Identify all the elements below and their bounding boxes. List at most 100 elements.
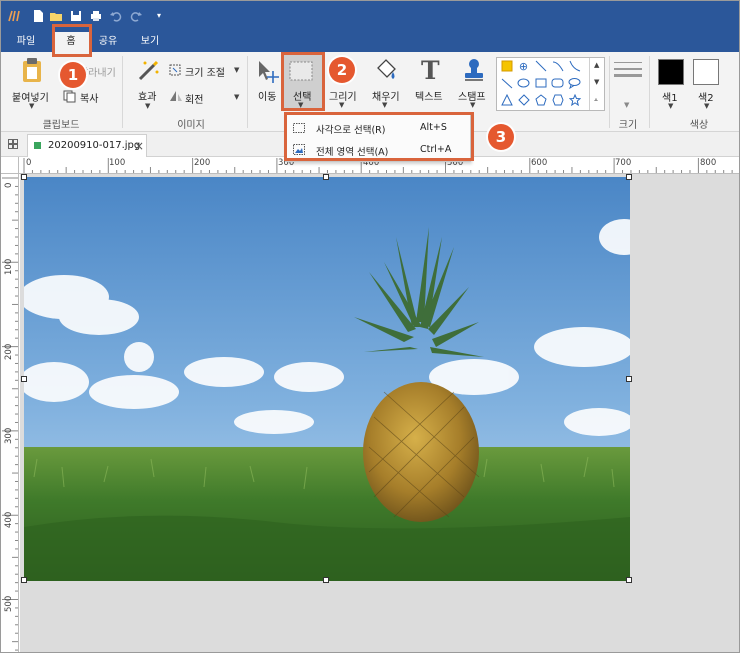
- chevron-down-icon: ▼: [339, 101, 345, 109]
- paste-icon: [21, 57, 43, 86]
- chevron-down-icon: ▼: [668, 102, 674, 110]
- resize-handle[interactable]: [21, 376, 27, 382]
- resize-handle[interactable]: [323, 174, 329, 180]
- group-label-color: 색상: [689, 120, 709, 131]
- chevron-down-icon: ▼: [382, 101, 388, 109]
- group-label-image: 이미지: [177, 120, 205, 131]
- open-icon[interactable]: [49, 9, 63, 23]
- callout-icon[interactable]: [567, 77, 582, 91]
- ribbon-separator: [122, 56, 123, 128]
- chevron-down-icon: ▼: [234, 66, 240, 74]
- color2-swatch: [693, 59, 719, 85]
- tab-label: 파일: [16, 36, 36, 47]
- callout-highlight: [52, 24, 92, 57]
- stamp-icon: [462, 58, 486, 87]
- ruler-label: 600: [531, 158, 548, 168]
- canvas-work-area[interactable]: [20, 174, 739, 652]
- text-label: 텍스트: [415, 92, 443, 103]
- chevron-down-icon: ▼: [29, 102, 35, 110]
- copy-label: 복사: [80, 94, 99, 105]
- ribbon-tabs: 파일 홈 공유 보기: [1, 32, 739, 52]
- resize-handle[interactable]: [21, 577, 27, 583]
- expand-icon[interactable]: ⩡: [594, 96, 598, 105]
- triangle-icon[interactable]: [499, 93, 514, 108]
- document-tab-name: 20200910-017.jpg: [48, 140, 141, 151]
- paint-bucket-icon: [374, 58, 398, 87]
- callout-highlight: [284, 112, 474, 161]
- ruler-label: 0: [26, 158, 32, 168]
- magic-wand-icon: [137, 58, 161, 85]
- resize-handle[interactable]: [21, 174, 27, 180]
- ruler-label: 300: [4, 427, 14, 444]
- line-icon[interactable]: [533, 60, 548, 74]
- document-tab[interactable]: 20200910-017.jpg ×: [27, 134, 147, 157]
- curve-icon[interactable]: [550, 60, 565, 74]
- crosshair-icon[interactable]: ⊕: [516, 60, 531, 74]
- tab-view[interactable]: 보기: [131, 32, 169, 52]
- gallery-scroll[interactable]: ▲ ▼ ⩡: [589, 58, 604, 110]
- grid-view-icon[interactable]: [8, 139, 18, 152]
- diamond-icon[interactable]: [516, 94, 531, 108]
- resize-handle[interactable]: [626, 577, 632, 583]
- star-icon[interactable]: [567, 93, 582, 108]
- effect-label: 효과: [138, 92, 157, 103]
- tab-share[interactable]: 공유: [89, 32, 127, 52]
- line-icon[interactable]: [567, 60, 582, 74]
- new-icon[interactable]: [31, 9, 45, 23]
- ruler-label: 200: [4, 343, 14, 360]
- group-label-clipboard: 클립보드: [42, 120, 80, 131]
- chevron-up-icon[interactable]: ▲: [594, 61, 599, 69]
- ruler-label: 700: [615, 158, 632, 168]
- paint-app-window: ▾ 파일 홈 공유 보기 붙여넣기 ▼ 잘라내기 복사 클립보드 효과 ▼ 크기…: [0, 0, 740, 653]
- vertical-ruler: 0 100 200 300 400 500: [1, 174, 19, 652]
- tab-label: 보기: [140, 36, 160, 47]
- resize-handle[interactable]: [626, 376, 632, 382]
- ribbon-separator: [609, 56, 610, 128]
- ruler-label: 0: [4, 182, 14, 188]
- hexagon-icon[interactable]: [550, 94, 565, 108]
- pineapple-photo[interactable]: [24, 177, 630, 581]
- rotate-icon: [169, 90, 183, 105]
- title-bar: ▾: [1, 1, 739, 32]
- save-icon[interactable]: [69, 9, 83, 23]
- ruler-corner: [1, 157, 19, 174]
- step-badge: 3: [488, 124, 514, 150]
- tab-file[interactable]: 파일: [7, 32, 45, 52]
- ribbon-separator: [247, 56, 248, 128]
- undo-icon[interactable]: [109, 9, 123, 23]
- chevron-down-icon: ▼: [234, 93, 240, 101]
- tab-label: 공유: [98, 36, 118, 47]
- ruler-label: 800: [700, 158, 717, 168]
- ruler-label: 200: [194, 158, 211, 168]
- ribbon-separator: [649, 56, 650, 128]
- step-badge: 2: [329, 57, 355, 83]
- app-logo-icon: [7, 9, 21, 23]
- ruler-label: 100: [109, 158, 126, 168]
- ruler-label: 400: [4, 511, 14, 528]
- text-t-icon: T: [421, 56, 440, 85]
- resize-icon: [168, 63, 182, 80]
- close-icon[interactable]: ×: [134, 139, 144, 153]
- callout-highlight: [281, 52, 325, 111]
- rounded-rect-icon[interactable]: [550, 77, 565, 91]
- rectangle-icon[interactable]: [533, 77, 548, 91]
- move-icon: [256, 59, 280, 88]
- chevron-down-icon[interactable]: ▼: [594, 78, 599, 86]
- color1-swatch: [658, 59, 684, 85]
- select-box-icon[interactable]: [499, 60, 514, 74]
- move-label: 이동: [258, 92, 277, 103]
- customize-icon[interactable]: ▾: [152, 9, 166, 23]
- chevron-down-icon: ▼: [470, 101, 476, 109]
- resize-handle[interactable]: [323, 577, 329, 583]
- resize-label: 크기 조절: [185, 68, 225, 79]
- shapes-gallery[interactable]: ⊕ ▲ ▼ ⩡: [496, 57, 605, 111]
- arrow-line-icon[interactable]: [499, 77, 514, 91]
- print-icon[interactable]: [89, 9, 103, 23]
- ruler-label: 100: [4, 258, 14, 275]
- ellipse-icon[interactable]: [516, 77, 531, 91]
- line-width-icon: [613, 60, 643, 85]
- resize-handle[interactable]: [626, 174, 632, 180]
- redo-icon[interactable]: [129, 9, 143, 23]
- chevron-down-icon: ▼: [704, 102, 710, 110]
- pentagon-icon[interactable]: [533, 94, 548, 108]
